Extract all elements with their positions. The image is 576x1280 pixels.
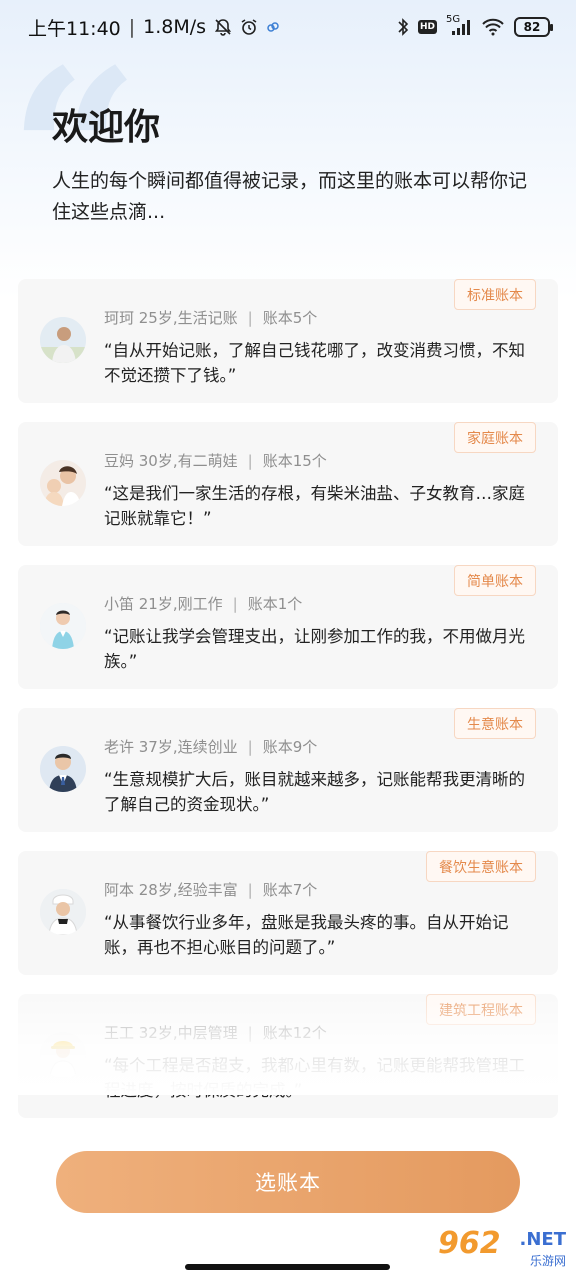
- meta-divider: |: [247, 737, 253, 756]
- watermark-logo: 962 .NET 乐游网: [438, 1226, 566, 1268]
- user-meta: 王工 32岁,中层管理 | 账本12个: [104, 1022, 327, 1043]
- book-type-tag: 餐饮生意账本: [426, 851, 536, 882]
- user-meta: 豆妈 30岁,有二萌娃 | 账本15个: [104, 450, 327, 471]
- book-type-tag: 家庭账本: [454, 422, 536, 453]
- avatar: [40, 603, 86, 649]
- status-speed: 1.8M/s: [143, 16, 207, 38]
- testimonial-card[interactable]: 标准账本 珂珂 25岁,生活记账 | 账本5个 “自从开始记账，了解自己钱花哪了…: [18, 279, 558, 403]
- book-type-tag: 建筑工程账本: [426, 994, 536, 1025]
- user-meta: 珂珂 25岁,生活记账 | 账本5个: [104, 307, 317, 328]
- page-subtitle: 人生的每个瞬间都值得被记录，而这里的账本可以帮你记住这些点滴...: [52, 170, 528, 223]
- testimonial-card[interactable]: 家庭账本 豆妈 30岁,有二萌娃 | 账本15个 “这是我们一家生活的存根，有柴…: [18, 422, 558, 546]
- avatar: [40, 746, 86, 792]
- meta-divider: |: [247, 308, 253, 327]
- book-count: 账本15个: [262, 452, 327, 470]
- alarm-clock-icon: [240, 18, 258, 36]
- avatar: [40, 317, 86, 363]
- testimonial-card[interactable]: 餐饮生意账本 阿本 28岁,经验丰富 | 账本7个 “从事餐饮行业多年，盘账是我…: [18, 851, 558, 975]
- testimonial-quote: “这是我们一家生活的存根，有柴米油盐、子女教育…家庭记账就靠它！”: [104, 484, 526, 528]
- status-bar: 上午11:40 | 1.8M/s HD 5G 82: [0, 0, 576, 54]
- user-name-info: 王工 32岁,中层管理: [104, 1024, 238, 1042]
- user-meta: 阿本 28岁,经验丰富 | 账本7个: [104, 879, 317, 900]
- meta-divider: |: [247, 451, 253, 470]
- user-meta: 老许 37岁,连续创业 | 账本9个: [104, 736, 317, 757]
- testimonial-card[interactable]: 建筑工程账本 王工 32岁,中层管理 | 账本12个 “每个工程是否超支，我都心…: [18, 994, 558, 1118]
- status-time: 上午11:40: [28, 17, 121, 40]
- testimonial-quote: “每个工程是否超支，我都心里有数，记账更能帮我管理工程进度，按时保质的完成。”: [104, 1056, 526, 1100]
- bluetooth-icon: [397, 17, 409, 37]
- avatar: [40, 1032, 86, 1078]
- book-count: 账本1个: [247, 595, 303, 613]
- testimonial-card[interactable]: 生意账本 老许 37岁,连续创业 | 账本9个 “生意规模扩大后，账目就越来越多…: [18, 708, 558, 832]
- user-name-info: 小笛 21岁,刚工作: [104, 595, 223, 613]
- book-count: 账本12个: [262, 1024, 327, 1042]
- avatar: [40, 889, 86, 935]
- user-meta: 小笛 21岁,刚工作 | 账本1个: [104, 593, 302, 614]
- user-name-info: 豆妈 30岁,有二萌娃: [104, 452, 238, 470]
- book-type-tag: 生意账本: [454, 708, 536, 739]
- testimonial-quote: “自从开始记账，了解自己钱花哪了，改变消费习惯，不知不觉还攒下了钱。”: [104, 341, 526, 385]
- book-count: 账本7个: [262, 881, 318, 899]
- page-title: 欢迎你: [52, 107, 161, 148]
- wifi-icon: [481, 18, 505, 36]
- decorative-quote-mark: “: [8, 20, 141, 290]
- book-type-tag: 简单账本: [454, 565, 536, 596]
- select-book-button[interactable]: 选账本: [56, 1151, 520, 1213]
- testimonial-quote: “记账让我学会管理支出，让刚参加工作的我，不用做月光族。”: [104, 627, 526, 671]
- home-indicator[interactable]: [185, 1264, 390, 1270]
- user-name-info: 珂珂 25岁,生活记账: [104, 309, 238, 327]
- hd-voice-icon: HD: [417, 20, 437, 34]
- battery-icon: 82: [514, 17, 553, 37]
- book-count: 账本5个: [262, 309, 318, 327]
- app-notification-icon: [266, 20, 280, 34]
- bell-muted-icon: [214, 18, 232, 36]
- signal-5g-icon: 5G: [446, 14, 472, 36]
- user-name-info: 阿本 28岁,经验丰富: [104, 881, 238, 899]
- testimonial-card[interactable]: 简单账本 小笛 21岁,刚工作 | 账本1个 “记账让我学会管理支出，让刚参加工…: [18, 565, 558, 689]
- meta-divider: |: [247, 880, 253, 899]
- avatar: [40, 460, 86, 506]
- meta-divider: |: [247, 1023, 253, 1042]
- book-type-tag: 标准账本: [454, 279, 536, 310]
- meta-divider: |: [232, 594, 238, 613]
- user-name-info: 老许 37岁,连续创业: [104, 738, 238, 756]
- testimonial-quote: “生意规模扩大后，账目就越来越多，记账能帮我更清晰的了解自己的资金现状。”: [104, 770, 526, 814]
- testimonial-quote: “从事餐饮行业多年，盘账是我最头疼的事。自从开始记账，再也不担心账目的问题了。”: [104, 913, 509, 957]
- book-count: 账本9个: [262, 738, 318, 756]
